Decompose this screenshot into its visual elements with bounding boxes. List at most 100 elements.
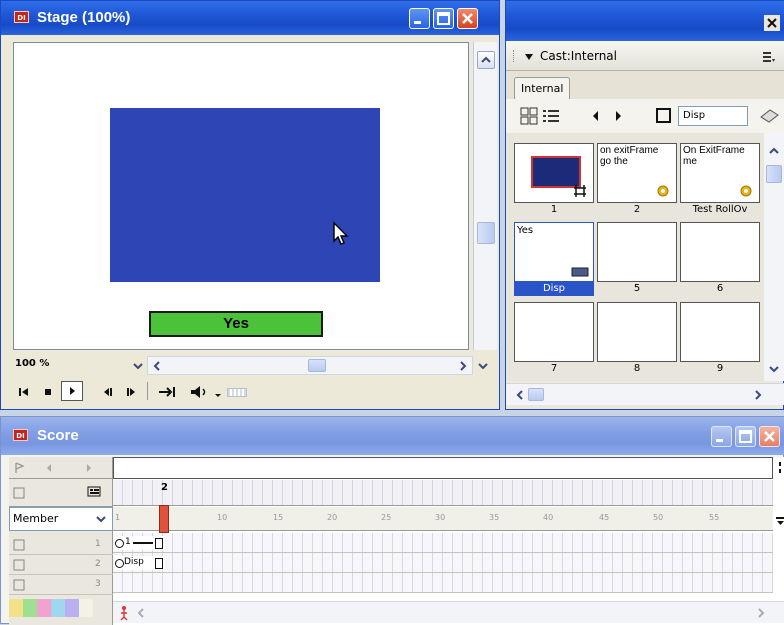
ruler-tick-40: 40 (543, 513, 554, 522)
script-icon[interactable] (758, 107, 782, 125)
cast-member-9[interactable] (680, 302, 760, 362)
behavior-channel[interactable]: 2 (113, 480, 773, 506)
collapse-triangle-icon[interactable] (524, 52, 534, 62)
swatch-yellow[interactable] (9, 599, 23, 617)
control-panel (13, 379, 499, 405)
color-swatches[interactable] (9, 599, 113, 617)
chevron-right-icon[interactable] (755, 605, 767, 621)
maximize-button[interactable] (433, 8, 454, 29)
score-window: DI Score Member 1 2 3 2 1 10 15 20 25 30… (0, 416, 784, 625)
cast-member-3[interactable]: On ExitFrame me (680, 143, 760, 203)
chevron-left-icon[interactable] (135, 605, 147, 621)
channel-toggle-icon[interactable] (13, 559, 25, 571)
playhead-icon[interactable] (159, 505, 169, 533)
frame-ruler[interactable]: 1 10 15 20 25 30 35 40 45 50 55 (113, 507, 773, 531)
channel-row-3[interactable]: 3 (9, 575, 113, 595)
chevron-left-icon[interactable] (150, 358, 164, 374)
swatch-cyan[interactable] (51, 599, 65, 617)
cast-member-2[interactable]: on exitFrame go the (597, 143, 677, 203)
next-member-icon[interactable] (612, 109, 624, 123)
stage-canvas[interactable]: Yes (13, 42, 469, 350)
markers-icon[interactable] (13, 461, 27, 475)
options-menu-icon[interactable] (762, 51, 776, 63)
tab-internal[interactable]: Internal (514, 77, 570, 99)
script-channel-icon[interactable] (87, 485, 103, 499)
volume-icon[interactable] (189, 384, 213, 400)
zoom-field[interactable]: 100 % (15, 358, 49, 369)
score-titlebar[interactable]: DI Score (1, 417, 784, 455)
score-minimize-button[interactable] (711, 426, 732, 447)
swatch-purple[interactable] (65, 599, 79, 617)
playback-head-icon[interactable] (119, 605, 129, 621)
close-icon[interactable] (764, 15, 780, 31)
cast-member-1[interactable] (514, 143, 594, 203)
thumbnail-view-icon[interactable] (520, 107, 538, 125)
member-name-field[interactable]: Disp (678, 106, 748, 126)
stage-titlebar[interactable]: DI Stage (100%) (1, 1, 499, 35)
close-button[interactable] (457, 8, 478, 29)
cast-member-7[interactable] (514, 302, 594, 362)
channel-toggle-icon[interactable] (13, 487, 25, 499)
score-horizontal-scrollbar[interactable] (113, 601, 784, 623)
cast-vertical-scrollbar[interactable] (764, 133, 784, 381)
cast-member-8[interactable] (597, 302, 677, 362)
h-scroll-thumb[interactable] (308, 359, 326, 372)
swatch-pink[interactable] (37, 599, 51, 617)
swatch-white[interactable] (79, 599, 93, 617)
swatch-green[interactable] (23, 599, 37, 617)
step-forward-icon[interactable] (123, 385, 139, 399)
loop-icon[interactable] (157, 385, 177, 399)
play-button[interactable] (61, 381, 83, 401)
minimize-button[interactable] (409, 8, 430, 29)
list-view-icon[interactable] (542, 107, 560, 125)
channel-row-2[interactable]: 2 (9, 555, 113, 575)
cast-label-6: 6 (716, 283, 724, 294)
cast-member-5[interactable] (597, 222, 677, 282)
cast-member-6[interactable] (680, 222, 760, 282)
zoom-dropdown-icon[interactable] (131, 359, 145, 373)
yes-button[interactable]: Yes (149, 311, 323, 337)
sprite-span-2[interactable]: Disp (115, 556, 165, 570)
chevron-up-icon[interactable] (766, 143, 782, 159)
volume-dropdown-icon[interactable] (213, 389, 223, 403)
next-marker-icon[interactable] (83, 461, 95, 475)
stage-vertical-scrollbar[interactable] (473, 42, 497, 350)
scroll-up-button[interactable] (477, 51, 495, 69)
zoom-menu-icon[interactable] (775, 513, 784, 529)
stop-icon[interactable] (41, 385, 55, 399)
previous-marker-icon[interactable] (43, 461, 55, 475)
marker-channel[interactable] (113, 457, 773, 479)
channel-toggle-icon[interactable] (13, 539, 25, 551)
chevron-down-icon[interactable] (476, 358, 490, 374)
score-maximize-button[interactable] (735, 426, 756, 447)
chevron-right-icon[interactable] (456, 358, 470, 374)
chevron-left-icon[interactable] (512, 387, 528, 403)
previous-member-icon[interactable] (590, 109, 602, 123)
rewind-icon[interactable] (17, 385, 31, 399)
chevron-down-icon[interactable] (766, 361, 782, 377)
score-close-button[interactable] (759, 426, 780, 447)
behavior-gear-icon (657, 185, 669, 197)
stage-blue-rectangle[interactable] (110, 108, 380, 282)
scroll-thumb[interactable] (477, 222, 495, 244)
member-dropdown[interactable]: Member (9, 507, 113, 531)
sprite-channel-3[interactable] (113, 573, 773, 593)
cast-h-thumb[interactable] (528, 388, 544, 401)
scroll-grip-icon[interactable] (775, 460, 784, 476)
step-back-icon[interactable] (101, 385, 117, 399)
tempo-slider[interactable] (227, 388, 247, 397)
ruler-tick-25: 25 (381, 513, 392, 522)
sprite-channel-2[interactable]: Disp (113, 553, 773, 573)
cast-header-bar[interactable]: Cast:Internal (506, 41, 784, 71)
chevron-up-icon (481, 56, 491, 63)
stage-horizontal-scrollbar[interactable] (147, 356, 473, 375)
cast-titlebar[interactable] (506, 1, 784, 41)
chevron-right-icon[interactable] (750, 387, 766, 403)
cast-horizontal-scrollbar[interactable] (506, 383, 784, 405)
channel-toggle-icon[interactable] (13, 579, 25, 591)
sprite-channel-1[interactable]: 1 (113, 533, 773, 553)
channel-row-1[interactable]: 1 (9, 535, 113, 555)
cast-member-4[interactable]: Yes (514, 222, 594, 282)
cast-scroll-thumb[interactable] (766, 165, 782, 183)
sprite-span-1[interactable]: 1 (115, 536, 165, 550)
